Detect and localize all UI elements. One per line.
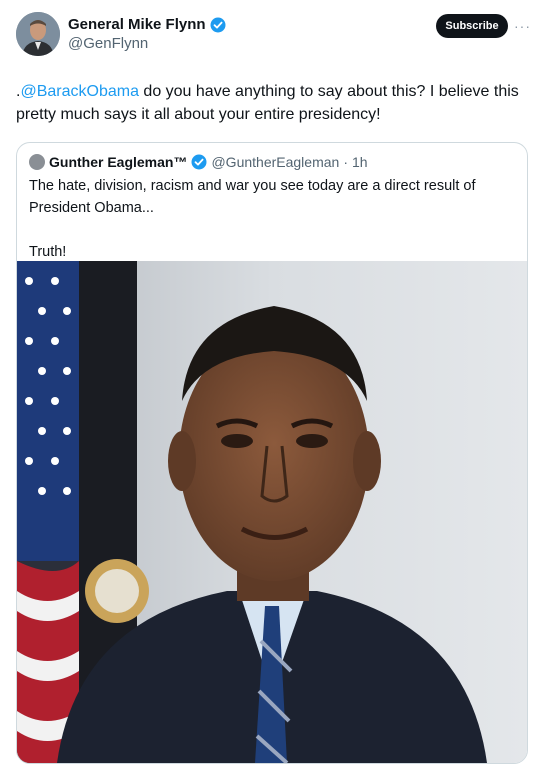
quoted-text-line1: The hate, division, racism and war you s… — [29, 178, 476, 216]
quoted-text-line2: Truth! — [29, 244, 67, 260]
author-avatar[interactable] — [16, 12, 60, 56]
author-name[interactable]: General Mike Flynn — [68, 16, 206, 33]
quoted-header: Gunther Eagleman™ @GuntherEagleman · 1h — [29, 154, 368, 170]
quoted-author-avatar — [29, 154, 45, 170]
quoted-text: The hate, division, racism and war you s… — [29, 175, 509, 263]
author-name-row: General Mike Flynn — [68, 16, 226, 33]
quoted-tweet[interactable]: Gunther Eagleman™ @GuntherEagleman · 1h … — [16, 142, 528, 764]
subscribe-button[interactable]: Subscribe — [436, 14, 508, 38]
more-options-icon[interactable]: ··· — [514, 18, 531, 34]
author-handle[interactable]: @GenFlynn — [68, 35, 148, 52]
verified-badge-icon — [191, 154, 207, 170]
quoted-author-name: Gunther Eagleman™ — [49, 154, 188, 170]
quoted-photo[interactable] — [17, 261, 527, 763]
quoted-author-handle: @GuntherEagleman — [211, 154, 340, 170]
mention-link[interactable]: @BarackObama — [20, 83, 139, 100]
quoted-separator: · — [343, 154, 348, 170]
tweet-text: .@BarackObama do you have anything to sa… — [16, 80, 521, 126]
tweet-header: General Mike Flynn @GenFlynn Subscribe ·… — [16, 12, 530, 60]
quoted-time: 1h — [351, 154, 368, 170]
verified-badge-icon — [210, 17, 226, 33]
